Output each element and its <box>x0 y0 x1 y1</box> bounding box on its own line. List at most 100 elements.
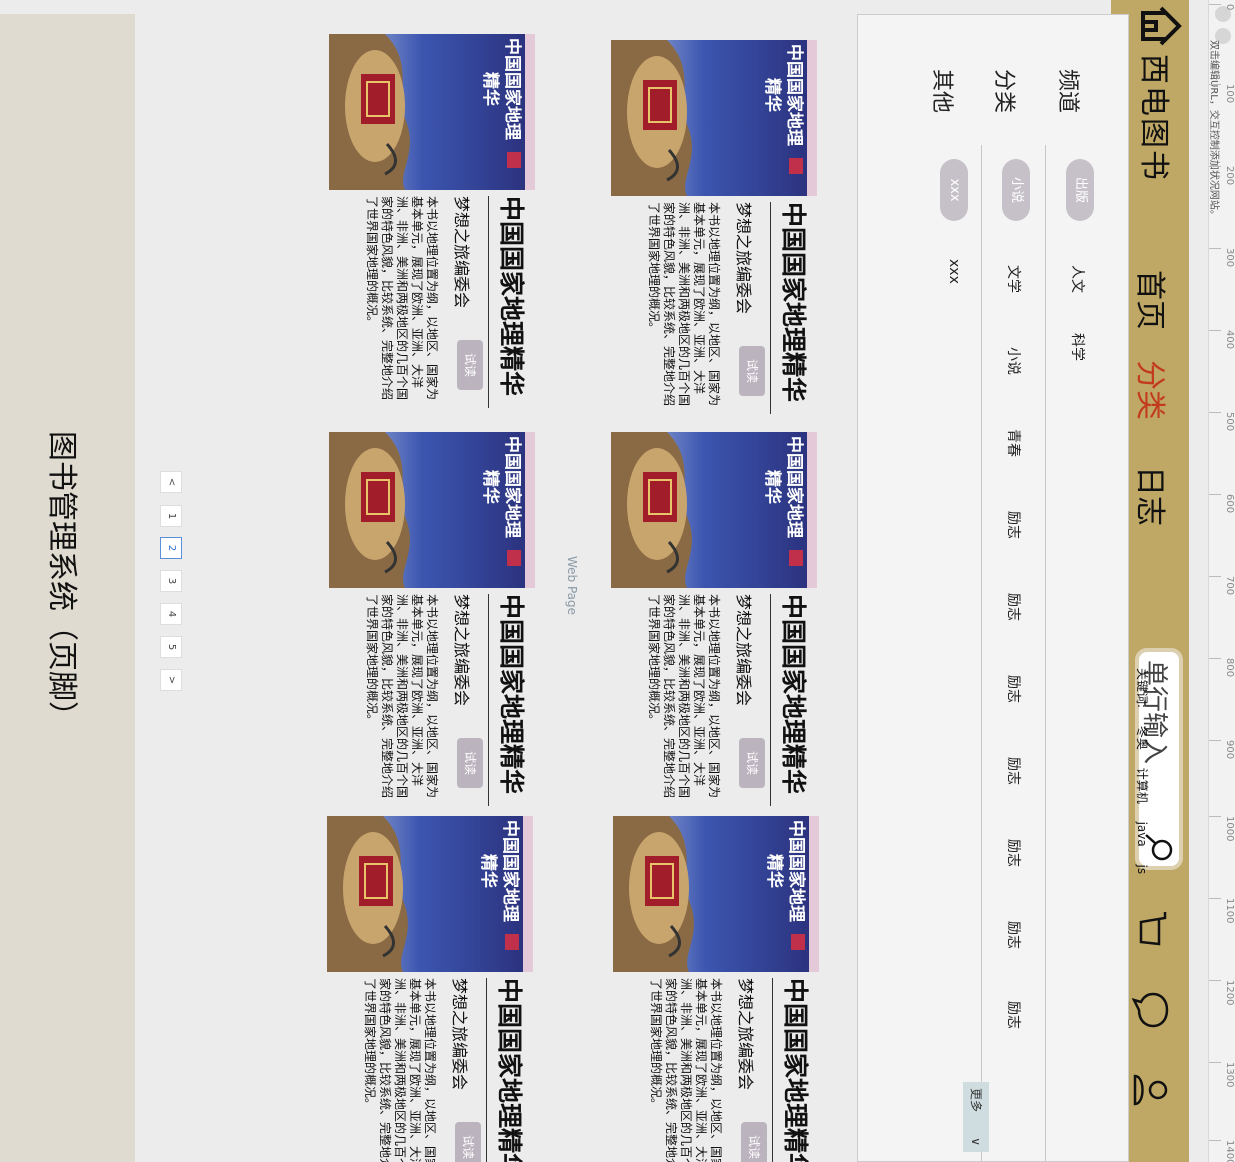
url-hint[interactable]: 双击编辑URL，交互控制添加状况网站。 <box>1208 40 1223 220</box>
cover-title: 中国国家地理 精华 <box>480 38 522 140</box>
row-label-other: 其他 <box>929 69 954 114</box>
book-card[interactable]: 中国国家地理 精华 中国国家地理精华 梦想之旅编委会 试读 本书以地理位置为纲，以… <box>605 432 817 818</box>
keyword-link[interactable]: 计算机 <box>1135 768 1149 804</box>
page-root: 双击编辑URL，交互控制添加状况网站。 0 100 200 300 400 50… <box>0 0 1235 1162</box>
category-item[interactable]: 文学 <box>1004 265 1024 293</box>
page-button[interactable]: 3 <box>160 570 182 592</box>
book-cover[interactable]: 中国国家地理 精华 <box>613 816 819 972</box>
preview-button[interactable]: 试读 <box>739 346 765 396</box>
web-page-label: Web Page <box>565 556 579 616</box>
brand-title[interactable]: 西电图书 <box>1135 54 1179 182</box>
book-author: 梦想之旅编委会 <box>452 196 471 309</box>
book-title-divider <box>772 978 773 1162</box>
ruler-tick: 400 <box>1224 330 1235 350</box>
message-icon[interactable] <box>1131 990 1171 1030</box>
cover-title: 中国国家地理 精华 <box>762 436 804 538</box>
ruler-tick: 1300 <box>1224 1062 1235 1088</box>
book-title-divider <box>770 594 771 806</box>
page-button[interactable]: 1 <box>160 505 182 527</box>
category-item[interactable]: 励志 <box>1004 593 1024 621</box>
book-card[interactable]: 中国国家地理 精华 中国国家地理精华 梦想之旅编委会 试读 本书以地理位置为纲，以… <box>605 40 817 426</box>
category-item[interactable]: 励志 <box>1004 1001 1024 1029</box>
ruler-tick: 500 <box>1224 412 1235 432</box>
cover-title: 中国国家地理 精华 <box>478 820 520 922</box>
preview-button[interactable]: 试读 <box>455 1122 481 1162</box>
ruler-tick: 1400 <box>1224 1140 1235 1162</box>
more-button[interactable]: 更多 ∨ <box>963 1082 989 1152</box>
user-icon[interactable] <box>1131 1070 1171 1110</box>
book-card[interactable]: 中国国家地理 精华 中国国家地理精华 梦想之旅编委会 试读 本书以地理位置为纲，以… <box>323 432 535 818</box>
book-description: 本书以地理位置为纲，以地区、国家为基本单元，展现了欧洲、亚洲、大洋洲、非洲、美洲… <box>649 978 723 1162</box>
page-button[interactable]: 5 <box>160 636 182 658</box>
cover-title: 中国国家地理 精华 <box>480 436 522 538</box>
book-author: 梦想之旅编委会 <box>452 594 471 707</box>
book-card[interactable]: 中国国家地理 精华 中国国家地理精华 梦想之旅编委会 试读 本书以地理位置为纲，以… <box>607 816 819 1162</box>
cart-icon[interactable] <box>1131 908 1171 948</box>
book-title[interactable]: 中国国家地理精华 <box>777 594 813 794</box>
book-title[interactable]: 中国国家地理精华 <box>779 978 815 1162</box>
book-title[interactable]: 中国国家地理精华 <box>495 196 531 396</box>
more-label: 更多 <box>969 1088 983 1113</box>
preview-button[interactable]: 试读 <box>457 340 483 390</box>
book-cover[interactable]: 中国国家地理 精华 <box>611 40 817 196</box>
ruler-tick: 100 <box>1224 84 1235 104</box>
book-cover[interactable]: 中国国家地理 精华 <box>329 34 535 190</box>
category-item[interactable]: 励志 <box>1004 921 1024 949</box>
keyword-list: 关键词: 冬奥 计算机 java js <box>1134 668 1151 888</box>
home-logo-icon[interactable] <box>1139 4 1183 48</box>
book-author: 梦想之旅编委会 <box>734 202 753 315</box>
preview-button[interactable]: 试读 <box>457 738 483 788</box>
page-button[interactable]: 4 <box>160 603 182 625</box>
category-item[interactable]: 青春 <box>1004 429 1024 457</box>
page-prev-button[interactable]: < <box>160 471 182 493</box>
category-item[interactable]: 励志 <box>1004 757 1024 785</box>
other-pill-selected[interactable]: xxx <box>940 159 968 221</box>
book-title-divider <box>488 594 489 806</box>
book-description: 本书以地理位置为纲，以地区、国家为基本单元，展现了欧洲、亚洲、大洋洲、非洲、美洲… <box>365 196 439 401</box>
keyword-link[interactable]: js <box>1135 865 1149 875</box>
book-cover[interactable]: 中国国家地理 精华 <box>329 432 535 588</box>
nav-home[interactable]: 首页 <box>1131 270 1175 330</box>
book-description: 本书以地理位置为纲，以地区、国家为基本单元，展现了欧洲、亚洲、大洋洲、非洲、美洲… <box>647 594 721 799</box>
row-divider <box>981 145 982 1162</box>
keyword-link[interactable]: 冬奥 <box>1135 726 1149 750</box>
category-item[interactable]: 励志 <box>1004 511 1024 539</box>
ruler-tick: 300 <box>1224 248 1235 268</box>
nav-log[interactable]: 日志 <box>1131 466 1175 526</box>
ruler-tick: 1200 <box>1224 980 1235 1006</box>
book-cover[interactable]: 中国国家地理 精华 <box>327 816 533 972</box>
preview-button[interactable]: 试读 <box>741 1122 767 1162</box>
book-author: 梦想之旅编委会 <box>736 978 755 1091</box>
book-description: 本书以地理位置为纲，以地区、国家为基本单元，展现了欧洲、亚洲、大洋洲、非洲、美洲… <box>363 978 437 1162</box>
other-item[interactable]: xxx <box>946 259 962 284</box>
ruler-tick: 1100 <box>1224 898 1235 924</box>
category-item[interactable]: 小说 <box>1004 347 1024 375</box>
channel-item[interactable]: 科学 <box>1068 333 1088 361</box>
keyword-link[interactable]: java <box>1135 822 1149 847</box>
nav-category[interactable]: 分类 <box>1125 360 1175 420</box>
keywords-label: 关键词: <box>1135 668 1149 709</box>
book-author: 梦想之旅编委会 <box>734 594 753 707</box>
book-cover[interactable]: 中国国家地理 精华 <box>611 432 817 588</box>
preview-button[interactable]: 试读 <box>739 738 765 788</box>
page-button-current[interactable]: 2 <box>160 537 182 559</box>
book-card[interactable]: 中国国家地理 精华 中国国家地理精华 梦想之旅编委会 试读 本书以地理位置为纲，以… <box>323 34 535 420</box>
book-card[interactable]: 中国国家地理 精华 中国国家地理精华 梦想之旅编委会 试读 本书以地理位置为纲，以… <box>321 816 533 1162</box>
book-title[interactable]: 中国国家地理精华 <box>495 594 531 794</box>
channel-item[interactable]: 人文 <box>1068 265 1088 293</box>
category-item[interactable]: 励志 <box>1004 839 1024 867</box>
footer-text: 图书管理系统（页脚） <box>44 431 79 731</box>
chevron-down-icon: ∨ <box>969 1137 983 1146</box>
channel-pill-selected[interactable]: 出版 <box>1066 159 1094 221</box>
book-title[interactable]: 中国国家地理精华 <box>493 978 529 1162</box>
category-item[interactable]: 励志 <box>1004 675 1024 703</box>
book-title[interactable]: 中国国家地理精华 <box>777 202 813 402</box>
row-label-category: 分类 <box>991 69 1016 114</box>
ruler-tick: 800 <box>1224 658 1235 678</box>
ruler-tick: 200 <box>1224 166 1235 186</box>
book-description: 本书以地理位置为纲，以地区、国家为基本单元，展现了欧洲、亚洲、大洋洲、非洲、美洲… <box>365 594 439 799</box>
cover-title: 中国国家地理 精华 <box>764 820 806 922</box>
cover-title: 中国国家地理 精华 <box>762 44 804 146</box>
page-next-button[interactable]: > <box>160 669 182 691</box>
category-pill-selected[interactable]: 小说 <box>1002 159 1030 221</box>
